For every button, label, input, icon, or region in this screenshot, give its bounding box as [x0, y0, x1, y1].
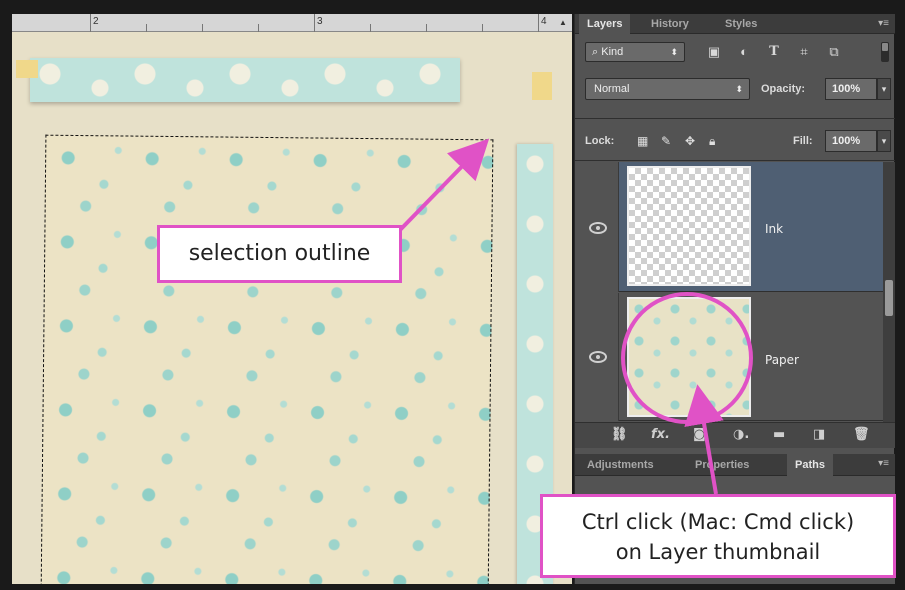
ctrl-click-callout: Ctrl click (Mac: Cmd click) on Layer thu…	[540, 494, 896, 578]
selection-outline-callout: selection outline	[157, 225, 402, 283]
arrow-to-thumbnail	[684, 384, 724, 495]
ctrl-callout-line1: Ctrl click (Mac: Cmd click)	[581, 510, 855, 534]
arrow-to-selection	[398, 138, 490, 232]
ctrl-callout-line2: on Layer thumbnail	[615, 540, 821, 564]
